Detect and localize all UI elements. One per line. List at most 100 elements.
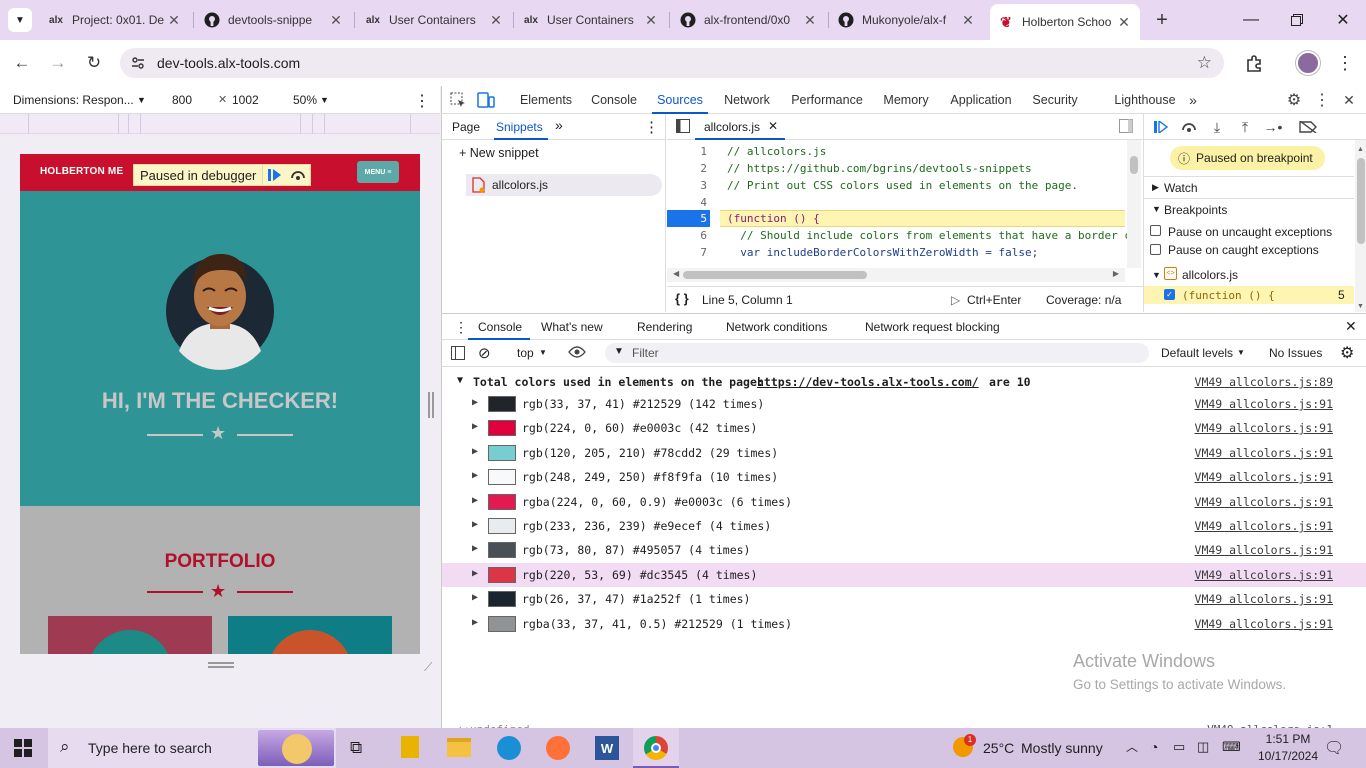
site-brand[interactable]: HOLBERTON ME [40,166,123,177]
source-link[interactable]: VM49 allcolors.js:91 [1195,592,1333,606]
deactivate-breakpoints-icon[interactable] [1299,118,1317,136]
close-icon[interactable]: ✕ [768,119,778,133]
expand-triangle-icon[interactable]: ▶ [472,446,478,457]
tab-memory[interactable]: Memory [878,86,934,114]
expand-triangle-icon[interactable]: ▶ [472,421,478,432]
console-color-row[interactable]: ▶ rgb(33, 37, 41) #212529 (142 times) VM49… [442,392,1366,416]
devtools-menu-icon[interactable]: ⋮ [1313,91,1331,109]
tab-sources[interactable]: Sources [652,86,708,114]
source-link[interactable]: VM49 allcolors.js:91 [1195,519,1333,533]
expand-triangle-icon[interactable]: ▶ [472,617,478,628]
weather-text[interactable]: Mostly sunny [1021,740,1103,756]
tab-security[interactable]: Security [1027,86,1083,114]
keyboard-icon[interactable]: ⌨ [1222,739,1241,755]
volume-icon[interactable]: ◫ [1197,739,1209,755]
windows-start-icon[interactable] [14,739,32,760]
drawer-tab-console[interactable]: Console [478,320,522,334]
close-icon[interactable]: ✕ [166,12,182,29]
drawer-tab-network-conditions[interactable]: Network conditions [726,320,827,334]
console-color-row[interactable]: ▶ rgba(224, 0, 60, 0.9) #e0003c (6 times)… [442,490,1366,514]
resize-corner-icon[interactable]: ⟋ [424,660,432,675]
drawer-tab-rendering[interactable]: Rendering [637,320,692,334]
portfolio-card[interactable] [228,616,392,654]
chevron-down-icon[interactable]: ▼ [1152,270,1161,280]
tab-performance[interactable]: Performance [786,86,868,114]
minimize-button[interactable]: — [1228,0,1274,40]
more-tabs-icon[interactable]: » [555,117,563,133]
expand-triangle-icon[interactable]: ▶ [472,543,478,554]
expand-triangle-icon[interactable]: ▶ [472,568,478,579]
back-button[interactable]: ← [7,48,37,78]
breakpoint-checkbox[interactable]: ✓ [1164,289,1175,300]
resize-handle-right[interactable] [428,392,434,418]
console-filter-input[interactable]: ▼ Filter [605,343,1149,363]
vertical-scrollbar[interactable] [1127,140,1141,268]
chevron-up-icon[interactable]: ︿ [1126,738,1138,755]
profile-avatar[interactable] [1296,51,1320,75]
height-input[interactable]: 1002 [226,91,272,109]
settings-gear-icon[interactable]: ⚙ [1285,91,1303,109]
restore-button[interactable] [1274,0,1320,40]
tab-search-button[interactable]: ▼ [8,8,32,32]
watch-section[interactable]: ▶ Watch [1144,176,1354,197]
expand-triangle-icon[interactable]: ▶ [472,519,478,530]
extensions-icon[interactable] [1239,48,1269,78]
power-bi-icon[interactable] [401,736,419,758]
clear-console-icon[interactable]: ⊘ [478,344,491,362]
issues-count[interactable]: No Issues [1269,346,1322,360]
breakpoint-entry[interactable]: ✓ (function () { 5 [1144,286,1354,304]
console-color-row[interactable]: ▶ rgb(73, 80, 87) #495057 (4 times) VM49 a… [442,538,1366,562]
pretty-print-icon[interactable]: { } [675,291,689,306]
pause-uncaught-checkbox[interactable] [1150,225,1161,236]
live-expression-eye-icon[interactable] [568,346,586,361]
close-icon[interactable]: ✕ [802,12,818,29]
word-icon[interactable]: W [595,736,619,760]
step-into-icon[interactable]: ⤓ [1208,118,1226,136]
inspect-element-icon[interactable] [449,91,467,109]
navigator-menu-icon[interactable]: ⋮ [644,118,659,136]
close-window-button[interactable]: ✕ [1320,0,1366,40]
device-viewport[interactable]: HOLBERTON ME MENU ≡ Paused in debugger H… [20,154,420,654]
expand-triangle-icon[interactable]: ▶ [472,495,478,506]
step-icon[interactable]: →• [1264,118,1283,136]
console-color-row[interactable]: ▶ rgb(224, 0, 60) #e0003c (42 times) VM49 … [442,416,1366,440]
edge-icon[interactable] [497,736,521,760]
close-icon[interactable]: ✕ [960,12,976,29]
close-icon[interactable]: ✕ [488,12,504,29]
run-icon[interactable]: ▷ [951,293,960,307]
clock-time[interactable]: 1:51 PM [1262,732,1314,746]
console-color-row[interactable]: ▶ rgb(26, 37, 47) #1a252f (1 times) VM49 a… [442,587,1366,611]
code-area[interactable]: 1 // allcolors.js 2 // https://github.co… [667,140,1143,284]
step-out-icon[interactable]: ⤒ [1236,118,1254,136]
weather-temperature[interactable]: 25°C [983,740,1014,756]
drawer-tab-request-blocking[interactable]: Network request blocking [865,320,1000,334]
source-link[interactable]: VM49 allcolors.js:91 [1195,470,1333,484]
browser-tab[interactable]: devtools-snippe ✕ [196,6,352,34]
clock-date[interactable]: 10/17/2024 [1252,749,1324,763]
console-color-row[interactable]: ▶ rgb(220, 53, 69) #dc3545 (4 times) VM49 … [442,562,1366,587]
width-input[interactable]: 800 [166,91,212,109]
browser-tab[interactable]: alx User Containers ✕ [515,6,667,34]
browser-tab[interactable]: alx Project: 0x01. De ✕ [40,6,190,34]
browser-menu-icon[interactable]: ⋮ [1330,48,1360,78]
tab-snippets[interactable]: Snippets [496,120,543,134]
source-link[interactable]: VM49 allcolors.js:91 [1195,446,1333,460]
resume-icon[interactable] [262,164,286,186]
address-bar[interactable]: dev-tools.alx-tools.com ☆ [120,48,1224,78]
tab-lighthouse[interactable]: Lighthouse [1111,86,1179,114]
sidebar-scrollbar[interactable]: ▲ ▼ [1355,140,1366,312]
browser-tab[interactable]: alx User Containers ✕ [357,6,512,34]
toggle-navigator-icon[interactable] [676,119,690,136]
browser-tab[interactable]: Mukonyole/alx-f ✕ [830,6,984,34]
network-icon[interactable]: ◔ [1150,739,1158,755]
console-color-row[interactable]: ▶ rgb(120, 205, 210) #78cdd2 (29 times) VM… [442,441,1366,465]
expand-triangle-icon[interactable]: ▶ [472,592,478,603]
site-info-icon[interactable] [130,55,146,71]
source-link[interactable]: VM49 allcolors.js:91 [1195,568,1333,582]
portfolio-card[interactable] [48,616,212,654]
horizontal-scrollbar[interactable]: ◀ ▶ [667,268,1125,282]
battery-icon[interactable]: ▭ [1173,739,1185,755]
context-select[interactable]: top [517,346,534,360]
step-over-icon[interactable] [1180,118,1198,136]
chrome-taskbar-button[interactable] [633,728,679,768]
